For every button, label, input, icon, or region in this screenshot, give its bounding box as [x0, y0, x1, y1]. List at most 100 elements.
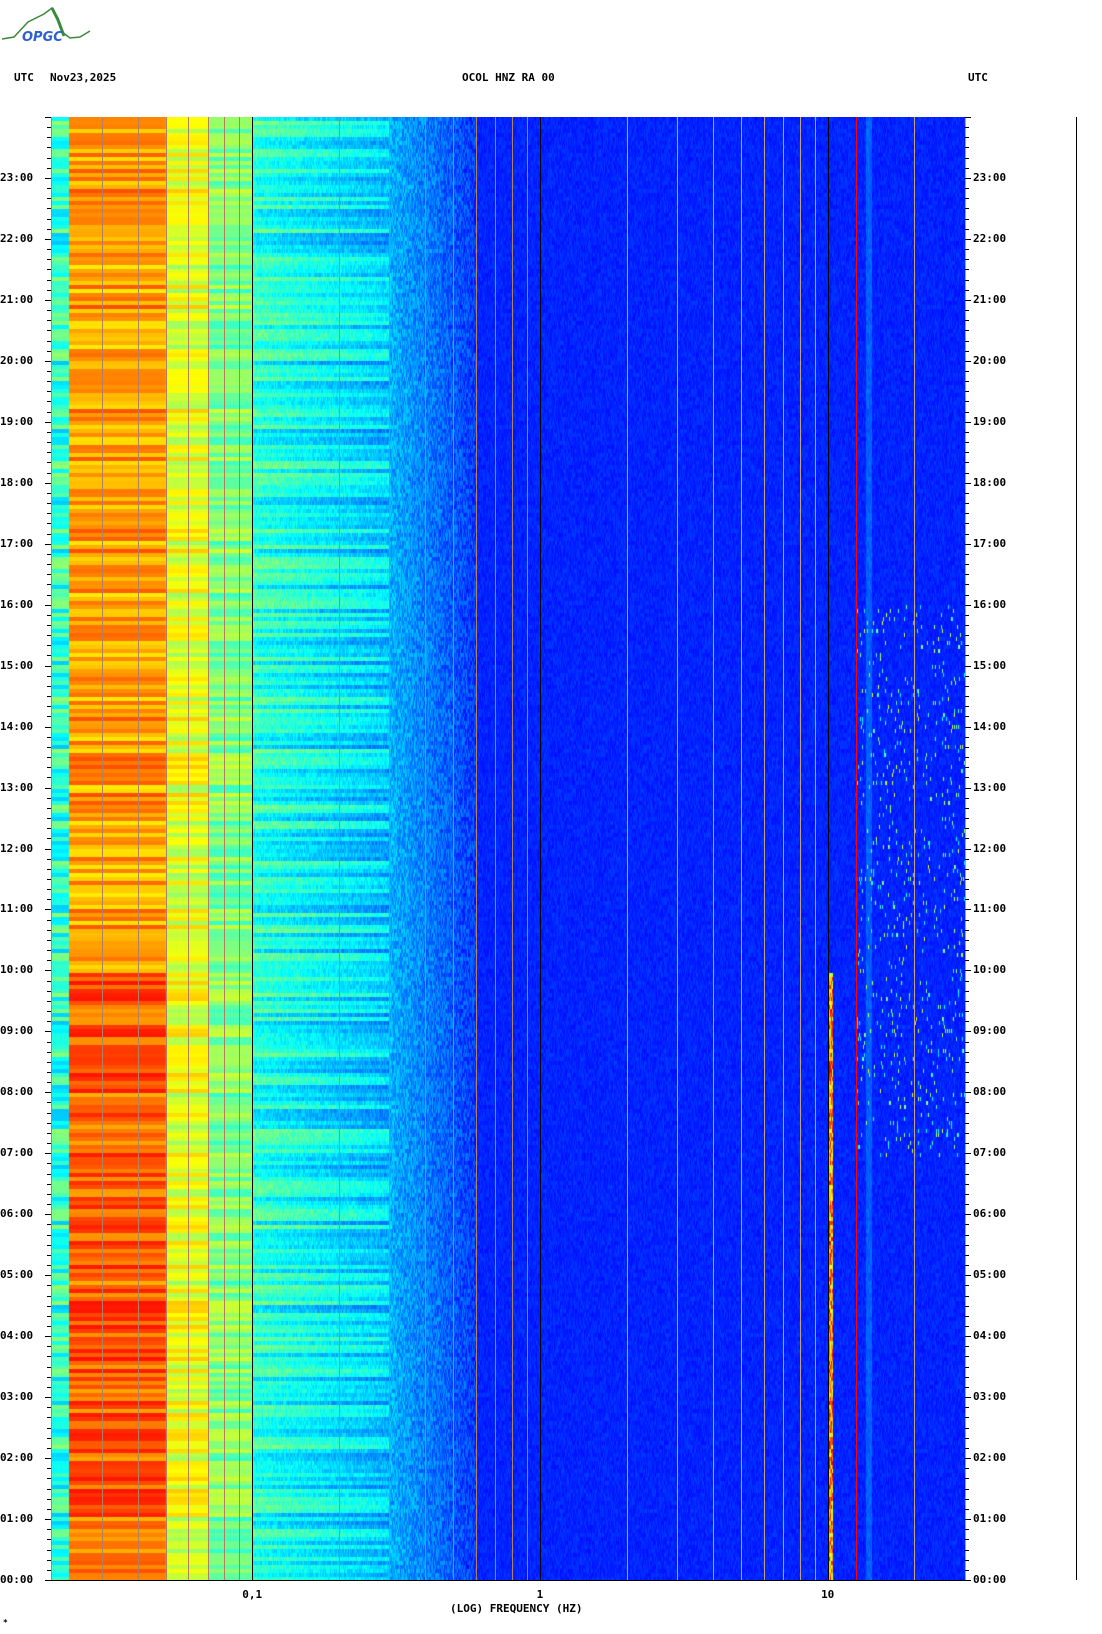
grid-line-0.040hz: [137, 117, 139, 1580]
right-time-tick: [965, 1234, 969, 1236]
right-time-tick: [965, 1132, 969, 1134]
left-time-tick: [47, 1295, 51, 1297]
grid-line-8.0hz: [799, 117, 801, 1580]
marker-line: [855, 117, 857, 1580]
left-time-tick: [47, 797, 51, 799]
right-time-tick: [965, 177, 971, 179]
right-time-label: 21:00: [973, 292, 1007, 306]
left-time-tick: [47, 198, 51, 200]
left-time-tick: [45, 848, 51, 850]
right-time-tick: [965, 1326, 969, 1327]
left-time-tick: [47, 1173, 51, 1175]
grid-line-0.60hz: [476, 117, 478, 1580]
left-time-tick: [47, 706, 51, 708]
right-time-label: 11:00: [973, 902, 1007, 916]
right-time-tick: [965, 858, 969, 860]
left-time-tick: [47, 320, 51, 322]
right-time-tick: [965, 360, 971, 362]
right-time-tick: [965, 381, 969, 383]
left-time-tick: [47, 340, 51, 342]
right-time-tick: [965, 1143, 969, 1145]
left-time-tick: [47, 1061, 51, 1063]
grid-line-0.060hz: [188, 117, 190, 1580]
left-time-tick: [47, 1254, 51, 1256]
right-time-label: 00:00: [973, 1573, 1007, 1586]
left-time-tick: [47, 1447, 51, 1449]
left-time-tick: [47, 472, 51, 474]
x-axis-label: (LOG) FREQUENCY (HZ): [450, 1602, 583, 1615]
right-time-tick: [965, 1539, 969, 1541]
left-time-tick: [47, 1204, 51, 1206]
left-time-tick: [47, 1102, 51, 1104]
left-time-tick: [47, 452, 51, 454]
grid-line-0.80hz: [512, 117, 514, 1580]
right-time-tick: [965, 442, 969, 444]
left-time-tick: [47, 757, 51, 759]
right-time-label: 09:00: [973, 1024, 1007, 1038]
right-time-tick: [965, 1366, 969, 1368]
right-time-tick: [965, 1000, 969, 1002]
grid-line-5.0hz: [741, 117, 743, 1580]
right-time-tick: [965, 269, 969, 271]
right-time-tick: [965, 1447, 969, 1449]
right-time-tick: [965, 1204, 969, 1206]
right-time-tick: [965, 117, 971, 118]
right-time-tick: [965, 889, 969, 891]
right-time-tick: [965, 939, 969, 941]
left-time-tick: [47, 1224, 51, 1226]
right-time-label: 04:00: [973, 1329, 1007, 1343]
right-time-tick: [965, 279, 969, 281]
left-time-label: 21:00: [0, 292, 34, 306]
left-time-tick: [47, 218, 51, 220]
right-time-label: 07:00: [973, 1146, 1007, 1160]
left-time-tick: [45, 726, 51, 728]
right-time-tick: [965, 1386, 969, 1388]
left-time-tick: [47, 259, 51, 261]
left-time-tick: [47, 1366, 51, 1368]
grid-line-10hz: [827, 117, 829, 1580]
right-time-tick: [965, 1183, 969, 1185]
left-time-label: 20:00: [0, 353, 34, 367]
left-time-tick: [47, 767, 51, 769]
right-time-tick: [965, 1488, 969, 1490]
left-time-tick: [47, 858, 51, 860]
left-time-tick: [47, 1234, 51, 1236]
left-time-tick: [45, 1153, 51, 1155]
right-time-tick: [965, 848, 971, 850]
right-time-label: 18:00: [973, 475, 1007, 489]
left-time-tick: [47, 919, 51, 921]
right-time-tick: [965, 1458, 971, 1460]
left-time-tick: [47, 584, 51, 586]
left-time-tick: [47, 1417, 51, 1419]
right-time-tick: [965, 1315, 969, 1317]
right-time-tick: [965, 960, 969, 962]
left-time-tick: [45, 421, 51, 423]
left-time-tick: [47, 289, 51, 291]
grid-line-0.070hz: [207, 117, 209, 1580]
right-time-tick: [965, 1376, 969, 1378]
right-time-tick: [965, 147, 969, 149]
left-time-tick: [45, 909, 51, 911]
left-time-tick: [47, 1468, 51, 1470]
left-time-tick: [47, 381, 51, 383]
left-time-label: 22:00: [0, 231, 34, 245]
left-time-tick: [45, 970, 51, 972]
right-time-tick: [965, 655, 969, 657]
right-time-label: 17:00: [973, 536, 1007, 550]
left-time-tick: [47, 1122, 51, 1124]
left-time-tick: [47, 950, 51, 952]
left-time-tick: [47, 1315, 51, 1317]
left-time-tick: [47, 1305, 51, 1307]
grid-line-0.20hz: [338, 117, 340, 1580]
left-time-tick: [47, 818, 51, 820]
left-time-tick: [47, 442, 51, 444]
right-time-tick: [965, 1508, 969, 1510]
right-time-label: 10:00: [973, 963, 1007, 977]
grid-line-0.080hz: [224, 117, 226, 1580]
left-time-tick: [47, 645, 51, 647]
right-time-tick: [965, 1417, 969, 1419]
right-time-tick: [965, 797, 969, 799]
left-time-tick: [47, 838, 51, 840]
right-time-tick: [965, 127, 969, 129]
left-time-tick: [47, 249, 51, 251]
